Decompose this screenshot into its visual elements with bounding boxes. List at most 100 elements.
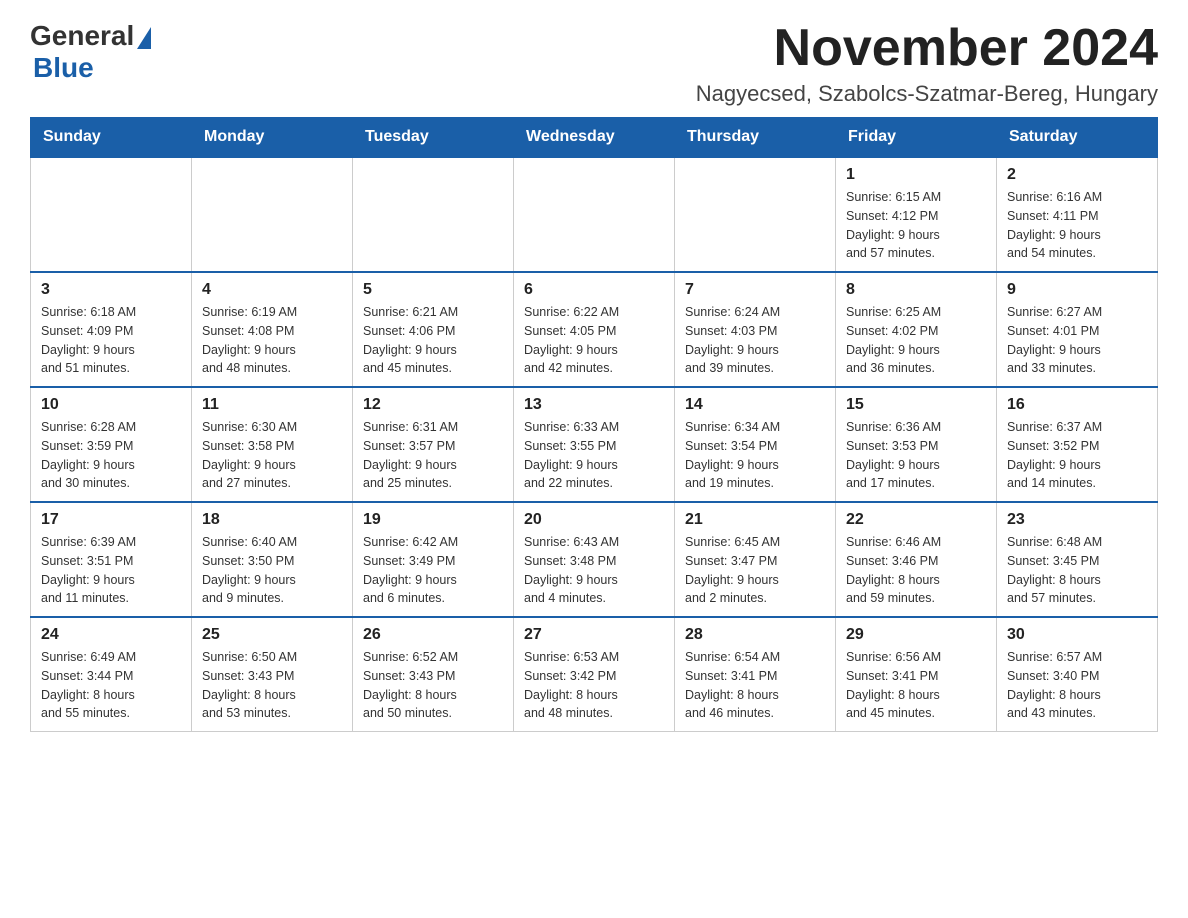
calendar-cell: 9 Sunrise: 6:27 AM Sunset: 4:01 PM Daylig… xyxy=(997,272,1158,387)
day-info: Sunrise: 6:28 AM Sunset: 3:59 PM Dayligh… xyxy=(41,418,181,493)
calendar-cell: 27 Sunrise: 6:53 AM Sunset: 3:42 PM Dayli… xyxy=(514,617,675,732)
day-info: Sunrise: 6:19 AM Sunset: 4:08 PM Dayligh… xyxy=(202,303,342,378)
calendar-cell xyxy=(353,157,514,272)
calendar-cell: 5 Sunrise: 6:21 AM Sunset: 4:06 PM Daylig… xyxy=(353,272,514,387)
day-number: 15 xyxy=(846,396,986,414)
week-row-2: 3 Sunrise: 6:18 AM Sunset: 4:09 PM Daylig… xyxy=(31,272,1158,387)
day-info: Sunrise: 6:56 AM Sunset: 3:41 PM Dayligh… xyxy=(846,648,986,723)
calendar-cell: 13 Sunrise: 6:33 AM Sunset: 3:55 PM Dayli… xyxy=(514,387,675,502)
calendar-cell: 11 Sunrise: 6:30 AM Sunset: 3:58 PM Dayli… xyxy=(192,387,353,502)
day-number: 4 xyxy=(202,281,342,299)
calendar-cell: 21 Sunrise: 6:45 AM Sunset: 3:47 PM Dayli… xyxy=(675,502,836,617)
day-info: Sunrise: 6:21 AM Sunset: 4:06 PM Dayligh… xyxy=(363,303,503,378)
calendar-cell: 14Sunrise: 6:34 AM Sunset: 3:54 PM Dayli… xyxy=(675,387,836,502)
day-number: 28 xyxy=(685,626,825,644)
calendar-cell: 7 Sunrise: 6:24 AM Sunset: 4:03 PM Daylig… xyxy=(675,272,836,387)
title-area: November 2024 Nagyecsed, Szabolcs-Szatma… xyxy=(696,20,1158,107)
day-info: Sunrise: 6:53 AM Sunset: 3:42 PM Dayligh… xyxy=(524,648,664,723)
day-info: Sunrise: 6:25 AM Sunset: 4:02 PM Dayligh… xyxy=(846,303,986,378)
week-row-3: 10 Sunrise: 6:28 AM Sunset: 3:59 PM Dayli… xyxy=(31,387,1158,502)
day-number: 9 xyxy=(1007,281,1147,299)
day-number: 18 xyxy=(202,511,342,529)
weekday-header-wednesday: Wednesday xyxy=(514,118,675,158)
day-info: Sunrise: 6:30 AM Sunset: 3:58 PM Dayligh… xyxy=(202,418,342,493)
day-info: Sunrise: 6:31 AM Sunset: 3:57 PM Dayligh… xyxy=(363,418,503,493)
day-info: Sunrise: 6:37 AM Sunset: 3:52 PM Dayligh… xyxy=(1007,418,1147,493)
calendar-cell: 29 Sunrise: 6:56 AM Sunset: 3:41 PM Dayli… xyxy=(836,617,997,732)
weekday-header-monday: Monday xyxy=(192,118,353,158)
day-number: 19 xyxy=(363,511,503,529)
calendar-cell: 10 Sunrise: 6:28 AM Sunset: 3:59 PM Dayli… xyxy=(31,387,192,502)
location-title: Nagyecsed, Szabolcs-Szatmar-Bereg, Hunga… xyxy=(696,81,1158,107)
day-number: 11 xyxy=(202,396,342,414)
day-number: 10 xyxy=(41,396,181,414)
day-number: 7 xyxy=(685,281,825,299)
logo-triangle-icon xyxy=(137,27,151,49)
calendar-cell: 3 Sunrise: 6:18 AM Sunset: 4:09 PM Daylig… xyxy=(31,272,192,387)
logo: General Blue xyxy=(30,20,151,84)
calendar-cell: 8 Sunrise: 6:25 AM Sunset: 4:02 PM Daylig… xyxy=(836,272,997,387)
logo-blue-text: Blue xyxy=(33,52,94,84)
day-info: Sunrise: 6:43 AM Sunset: 3:48 PM Dayligh… xyxy=(524,533,664,608)
day-info: Sunrise: 6:39 AM Sunset: 3:51 PM Dayligh… xyxy=(41,533,181,608)
day-info: Sunrise: 6:57 AM Sunset: 3:40 PM Dayligh… xyxy=(1007,648,1147,723)
day-info: Sunrise: 6:16 AM Sunset: 4:11 PM Dayligh… xyxy=(1007,188,1147,263)
day-number: 20 xyxy=(524,511,664,529)
week-row-4: 17 Sunrise: 6:39 AM Sunset: 3:51 PM Dayli… xyxy=(31,502,1158,617)
day-number: 16 xyxy=(1007,396,1147,414)
calendar-cell xyxy=(192,157,353,272)
day-number: 22 xyxy=(846,511,986,529)
day-info: Sunrise: 6:27 AM Sunset: 4:01 PM Dayligh… xyxy=(1007,303,1147,378)
day-number: 25 xyxy=(202,626,342,644)
calendar-cell: 6Sunrise: 6:22 AM Sunset: 4:05 PM Daylig… xyxy=(514,272,675,387)
day-info: Sunrise: 6:18 AM Sunset: 4:09 PM Dayligh… xyxy=(41,303,181,378)
page-header: General Blue November 2024 Nagyecsed, Sz… xyxy=(30,20,1158,107)
weekday-header-saturday: Saturday xyxy=(997,118,1158,158)
calendar-cell: 17 Sunrise: 6:39 AM Sunset: 3:51 PM Dayli… xyxy=(31,502,192,617)
weekday-header-friday: Friday xyxy=(836,118,997,158)
day-number: 5 xyxy=(363,281,503,299)
day-info: Sunrise: 6:24 AM Sunset: 4:03 PM Dayligh… xyxy=(685,303,825,378)
day-number: 21 xyxy=(685,511,825,529)
calendar-cell: 28Sunrise: 6:54 AM Sunset: 3:41 PM Dayli… xyxy=(675,617,836,732)
day-info: Sunrise: 6:36 AM Sunset: 3:53 PM Dayligh… xyxy=(846,418,986,493)
day-info: Sunrise: 6:33 AM Sunset: 3:55 PM Dayligh… xyxy=(524,418,664,493)
day-number: 27 xyxy=(524,626,664,644)
calendar-cell: 19 Sunrise: 6:42 AM Sunset: 3:49 PM Dayli… xyxy=(353,502,514,617)
calendar-cell: 1Sunrise: 6:15 AM Sunset: 4:12 PM Daylig… xyxy=(836,157,997,272)
day-info: Sunrise: 6:46 AM Sunset: 3:46 PM Dayligh… xyxy=(846,533,986,608)
day-number: 1 xyxy=(846,166,986,184)
day-number: 2 xyxy=(1007,166,1147,184)
week-row-5: 24Sunrise: 6:49 AM Sunset: 3:44 PM Dayli… xyxy=(31,617,1158,732)
weekday-header-thursday: Thursday xyxy=(675,118,836,158)
calendar-cell: 25 Sunrise: 6:50 AM Sunset: 3:43 PM Dayli… xyxy=(192,617,353,732)
day-number: 17 xyxy=(41,511,181,529)
calendar-table: SundayMondayTuesdayWednesdayThursdayFrid… xyxy=(30,117,1158,732)
calendar-cell: 12 Sunrise: 6:31 AM Sunset: 3:57 PM Dayli… xyxy=(353,387,514,502)
calendar-header-row: SundayMondayTuesdayWednesdayThursdayFrid… xyxy=(31,118,1158,158)
calendar-cell: 23Sunrise: 6:48 AM Sunset: 3:45 PM Dayli… xyxy=(997,502,1158,617)
calendar-cell: 2 Sunrise: 6:16 AM Sunset: 4:11 PM Daylig… xyxy=(997,157,1158,272)
day-number: 13 xyxy=(524,396,664,414)
month-title: November 2024 xyxy=(696,20,1158,77)
day-info: Sunrise: 6:40 AM Sunset: 3:50 PM Dayligh… xyxy=(202,533,342,608)
calendar-cell: 24Sunrise: 6:49 AM Sunset: 3:44 PM Dayli… xyxy=(31,617,192,732)
day-number: 12 xyxy=(363,396,503,414)
calendar-cell: 4 Sunrise: 6:19 AM Sunset: 4:08 PM Daylig… xyxy=(192,272,353,387)
calendar-cell xyxy=(675,157,836,272)
day-number: 29 xyxy=(846,626,986,644)
day-number: 26 xyxy=(363,626,503,644)
logo-general-text: General xyxy=(30,20,134,52)
day-number: 3 xyxy=(41,281,181,299)
calendar-cell: 30 Sunrise: 6:57 AM Sunset: 3:40 PM Dayli… xyxy=(997,617,1158,732)
day-number: 8 xyxy=(846,281,986,299)
day-info: Sunrise: 6:50 AM Sunset: 3:43 PM Dayligh… xyxy=(202,648,342,723)
calendar-cell xyxy=(514,157,675,272)
day-number: 30 xyxy=(1007,626,1147,644)
calendar-cell: 15 Sunrise: 6:36 AM Sunset: 3:53 PM Dayli… xyxy=(836,387,997,502)
day-number: 24 xyxy=(41,626,181,644)
day-info: Sunrise: 6:45 AM Sunset: 3:47 PM Dayligh… xyxy=(685,533,825,608)
day-info: Sunrise: 6:42 AM Sunset: 3:49 PM Dayligh… xyxy=(363,533,503,608)
weekday-header-sunday: Sunday xyxy=(31,118,192,158)
day-info: Sunrise: 6:52 AM Sunset: 3:43 PM Dayligh… xyxy=(363,648,503,723)
